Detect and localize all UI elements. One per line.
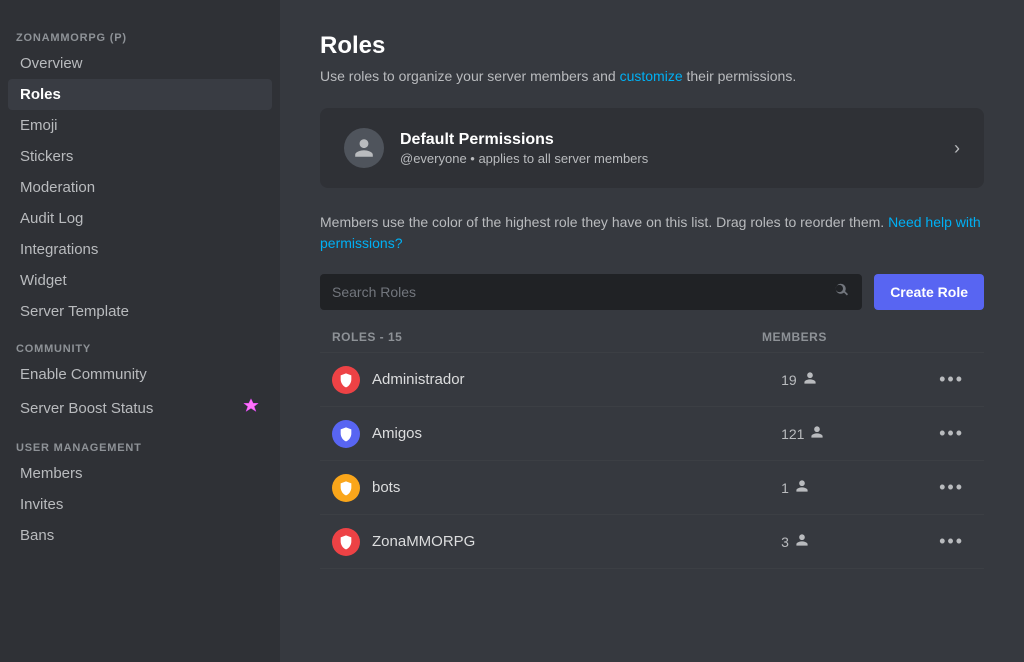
- sidebar-item-label: Server Template: [20, 303, 129, 320]
- member-count-zonammorpg: 3: [781, 534, 789, 550]
- sidebar: ZONAMMORPG (P) Overview Roles Emoji Stic…: [0, 0, 280, 662]
- members-person-icon: [803, 371, 817, 388]
- roles-members-header: MEMBERS: [762, 330, 912, 344]
- roles-table-header: ROLES - 15 MEMBERS: [320, 330, 984, 353]
- role-icon-zonammorpg: [332, 528, 360, 556]
- create-role-button[interactable]: Create Role: [874, 274, 984, 310]
- sidebar-item-label: Server Boost Status: [20, 400, 153, 417]
- sidebar-item-roles[interactable]: Roles: [8, 79, 272, 110]
- role-members-bots: 1: [781, 479, 931, 496]
- sidebar-item-label: Enable Community: [20, 366, 147, 383]
- default-permissions-icon: [344, 128, 384, 168]
- role-members-amigos: 121: [781, 425, 931, 442]
- members-person-icon: [795, 533, 809, 550]
- role-name-zonammorpg: ZonaMMORPG: [372, 533, 781, 550]
- sidebar-item-label: Audit Log: [20, 210, 83, 227]
- sidebar-item-label: Bans: [20, 527, 54, 544]
- sidebar-item-label: Invites: [20, 496, 63, 513]
- chevron-right-icon: ›: [954, 138, 960, 159]
- sidebar-item-invites[interactable]: Invites: [8, 489, 272, 520]
- role-row-bots[interactable]: bots 1 •••: [320, 461, 984, 515]
- main-content: Roles Use roles to organize your server …: [280, 0, 1024, 662]
- boost-badge-icon: [242, 397, 260, 419]
- server-name: ZONAMMORPG (P): [8, 16, 272, 48]
- user-management-section-label: USER MANAGEMENT: [8, 426, 272, 458]
- sidebar-item-stickers[interactable]: Stickers: [8, 141, 272, 172]
- role-more-button-bots[interactable]: •••: [931, 473, 972, 502]
- sidebar-item-audit-log[interactable]: Audit Log: [8, 203, 272, 234]
- sidebar-item-label: Overview: [20, 55, 83, 72]
- sidebar-item-widget[interactable]: Widget: [8, 265, 272, 296]
- role-name-bots: bots: [372, 479, 781, 496]
- subtitle-link[interactable]: customize: [620, 68, 683, 84]
- role-members-zonammorpg: 3: [781, 533, 931, 550]
- sidebar-item-label: Members: [20, 465, 83, 482]
- roles-info-text: Members use the color of the highest rol…: [320, 212, 984, 254]
- sidebar-item-enable-community[interactable]: Enable Community: [8, 359, 272, 390]
- roles-count-header: ROLES - 15: [332, 330, 762, 344]
- default-permissions-title: Default Permissions: [400, 131, 938, 149]
- default-permissions-subtitle: @everyone • applies to all server member…: [400, 151, 938, 166]
- sidebar-item-bans[interactable]: Bans: [8, 520, 272, 551]
- member-count-administrador: 19: [781, 372, 797, 388]
- sidebar-item-server-template[interactable]: Server Template: [8, 296, 272, 327]
- default-permissions-info: Default Permissions @everyone • applies …: [400, 131, 938, 166]
- default-permissions-card[interactable]: Default Permissions @everyone • applies …: [320, 108, 984, 188]
- sidebar-item-members[interactable]: Members: [8, 458, 272, 489]
- sidebar-item-label: Widget: [20, 272, 67, 289]
- info-text-start: Members use the color of the highest rol…: [320, 214, 888, 230]
- search-create-row: Create Role: [320, 274, 984, 310]
- role-icon-bots: [332, 474, 360, 502]
- sidebar-item-overview[interactable]: Overview: [8, 48, 272, 79]
- role-more-button-amigos[interactable]: •••: [931, 419, 972, 448]
- role-row-zonammorpg[interactable]: ZonaMMORPG 3 •••: [320, 515, 984, 569]
- sidebar-item-label: Roles: [20, 86, 61, 103]
- members-person-icon: [795, 479, 809, 496]
- role-row-administrador[interactable]: Administrador 19 •••: [320, 353, 984, 407]
- sidebar-item-integrations[interactable]: Integrations: [8, 234, 272, 265]
- role-name-administrador: Administrador: [372, 371, 781, 388]
- subtitle-text-end: their permissions.: [683, 68, 797, 84]
- role-icon-amigos: [332, 420, 360, 448]
- member-count-bots: 1: [781, 480, 789, 496]
- search-wrapper: [320, 274, 862, 310]
- role-icon-administrador: [332, 366, 360, 394]
- role-more-button-zonammorpg[interactable]: •••: [931, 527, 972, 556]
- role-more-button-administrador[interactable]: •••: [931, 365, 972, 394]
- community-section-label: COMMUNITY: [8, 327, 272, 359]
- sidebar-item-label: Emoji: [20, 117, 58, 134]
- role-name-amigos: Amigos: [372, 425, 781, 442]
- sidebar-item-server-boost-status[interactable]: Server Boost Status: [8, 390, 272, 426]
- subtitle-text-start: Use roles to organize your server member…: [320, 68, 620, 84]
- sidebar-item-label: Moderation: [20, 179, 95, 196]
- search-input[interactable]: [320, 274, 862, 310]
- role-members-administrador: 19: [781, 371, 931, 388]
- member-count-amigos: 121: [781, 426, 804, 442]
- sidebar-item-moderation[interactable]: Moderation: [8, 172, 272, 203]
- role-row-amigos[interactable]: Amigos 121 •••: [320, 407, 984, 461]
- sidebar-item-emoji[interactable]: Emoji: [8, 110, 272, 141]
- person-icon: [353, 137, 375, 159]
- members-person-icon: [810, 425, 824, 442]
- sidebar-item-label: Integrations: [20, 241, 98, 258]
- page-subtitle: Use roles to organize your server member…: [320, 68, 984, 84]
- sidebar-item-label: Stickers: [20, 148, 73, 165]
- page-title: Roles: [320, 32, 984, 60]
